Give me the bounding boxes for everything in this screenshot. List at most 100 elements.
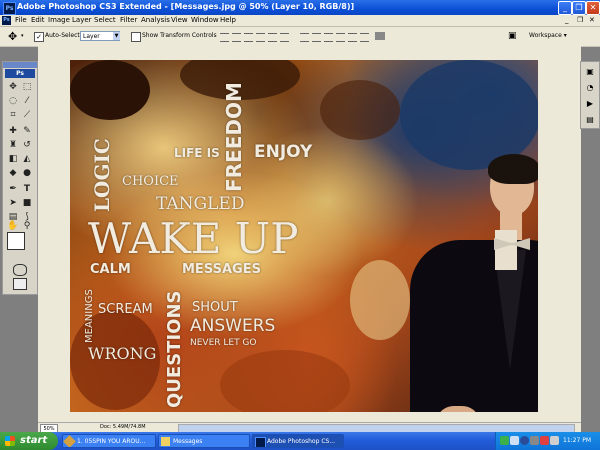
menu-select[interactable]: Select — [94, 16, 116, 24]
grunge-splatter — [320, 80, 400, 140]
menu-window[interactable]: Window — [191, 16, 219, 24]
minimize-button[interactable]: _ — [558, 1, 572, 15]
taskbar-button-messages[interactable]: Messages — [158, 434, 250, 448]
magic-wand-icon[interactable]: ⁄ — [21, 95, 33, 107]
align-hcenter-icon[interactable] — [268, 33, 277, 42]
word-enjoy: ENJOY — [254, 142, 313, 162]
move-icon[interactable]: ✥ — [7, 81, 19, 93]
layers-icon[interactable]: ▤ — [584, 114, 596, 126]
auto-select-checkbox[interactable]: ✓ — [34, 32, 44, 42]
healing-icon[interactable]: ✚ — [7, 125, 19, 137]
photoshop-icon — [255, 437, 266, 447]
path-select-icon[interactable]: ➤ — [7, 197, 19, 209]
close-button[interactable]: ✕ — [586, 1, 600, 15]
word-choice: CHOICE — [122, 174, 179, 189]
taskbar-button-label: Messages — [173, 438, 203, 445]
history-icon[interactable]: ◔ — [584, 82, 596, 94]
document-info[interactable]: Doc: 5.49M/74.8M — [100, 424, 146, 430]
word-meanings: MEANINGS — [84, 289, 95, 343]
bridge-icon[interactable]: ▣ — [508, 31, 517, 41]
distribute-vcenter-icon[interactable] — [312, 33, 321, 42]
network-icon[interactable] — [510, 436, 519, 445]
toolbox-header[interactable] — [3, 62, 37, 68]
gradient-icon[interactable]: ◭ — [21, 153, 33, 165]
doc-restore-button[interactable]: ❐ — [577, 16, 583, 24]
chevron-down-icon[interactable]: ▼ — [113, 32, 120, 40]
align-left-icon[interactable] — [256, 33, 265, 42]
restore-button[interactable]: ❐ — [572, 1, 586, 15]
taskbar: start 1. 05SPIN YOU AROU... Messages Ado… — [0, 432, 600, 450]
type-icon[interactable]: T — [21, 183, 33, 195]
transform-controls-label: Show Transform Controls — [142, 32, 217, 39]
word-questions: QUESTIONS — [164, 290, 185, 408]
zoom-icon[interactable]: ⚲ — [21, 220, 33, 232]
distribute-top-icon[interactable] — [300, 33, 309, 42]
crop-icon[interactable]: ⌗ — [7, 109, 19, 121]
menu-image[interactable]: Image — [48, 16, 70, 24]
word-wake-up: WAKE UP — [88, 214, 299, 263]
menu-edit[interactable]: Edit — [31, 16, 45, 24]
distribute-hcenter-icon[interactable] — [348, 33, 357, 42]
menu-analysis[interactable]: Analysis — [141, 16, 170, 24]
auto-align-icon[interactable] — [375, 32, 385, 40]
slice-icon[interactable]: ⟋ — [21, 109, 33, 121]
history-brush-icon[interactable]: ↺ — [21, 139, 33, 151]
eraser-icon[interactable]: ◧ — [7, 153, 19, 165]
actions-icon[interactable]: ▶ — [584, 98, 596, 110]
move-tool-icon[interactable]: ✥ — [8, 30, 17, 43]
menu-filter[interactable]: Filter — [120, 16, 137, 24]
align-top-icon[interactable] — [220, 33, 229, 42]
taskbar-button-media[interactable]: 1. 05SPIN YOU AROU... — [62, 434, 156, 448]
transform-controls-checkbox[interactable] — [131, 32, 141, 42]
panel-dock: ▣ ◔ ▶ ▤ — [580, 61, 600, 129]
stamp-icon[interactable]: ♜ — [7, 139, 19, 151]
doc-minimize-button[interactable]: _ — [565, 16, 569, 24]
clock[interactable]: 11:27 PM — [563, 432, 591, 450]
pen-icon[interactable]: ✒ — [7, 183, 19, 195]
dodge-icon[interactable]: ● — [21, 167, 33, 179]
lasso-icon[interactable]: ◌ — [7, 95, 19, 107]
taskbar-button-photoshop[interactable]: Adobe Photoshop CS... — [252, 434, 344, 448]
grunge-splatter — [70, 60, 150, 120]
align-bottom-icon[interactable] — [244, 33, 253, 42]
blur-icon[interactable]: ◆ — [7, 167, 19, 179]
workspace-button[interactable]: Workspace ▾ — [529, 32, 567, 39]
distribute-right-icon[interactable] — [360, 33, 369, 42]
tool-preset-dropdown-icon[interactable]: ▾ — [21, 33, 24, 39]
menu-file[interactable]: File — [15, 16, 27, 24]
word-messages: MESSAGES — [182, 262, 261, 277]
shape-icon[interactable]: ■ — [21, 197, 33, 209]
brush-icon[interactable]: ✎ — [21, 125, 33, 137]
document-icon[interactable]: Ps — [2, 16, 11, 25]
quick-mask-icon[interactable] — [13, 264, 27, 276]
align-right-icon[interactable] — [280, 33, 289, 42]
menu-view[interactable]: View — [171, 16, 188, 24]
man-hair — [488, 154, 538, 184]
title-bar[interactable]: Ps Adobe Photoshop CS3 Extended - [Messa… — [0, 0, 600, 15]
tray-app-icon[interactable] — [520, 436, 529, 445]
grunge-splatter — [220, 350, 350, 412]
tray-app-icon[interactable] — [500, 436, 509, 445]
security-icon[interactable] — [540, 436, 549, 445]
photoshop-app-icon[interactable]: Ps — [3, 2, 16, 15]
foreground-color-swatch[interactable] — [7, 232, 25, 250]
distribute-left-icon[interactable] — [336, 33, 345, 42]
volume-icon[interactable] — [550, 436, 559, 445]
toolbox-ps-logo[interactable]: Ps — [5, 69, 35, 78]
marquee-icon[interactable]: ⬚ — [21, 81, 33, 93]
system-tray: 11:27 PM — [495, 432, 600, 450]
tray-app-icon[interactable] — [530, 436, 539, 445]
grunge-splatter-light — [350, 260, 410, 340]
menu-bar: Ps File Edit Image Layer Select Filter A… — [0, 15, 600, 27]
distribute-bottom-icon[interactable] — [324, 33, 333, 42]
start-button[interactable]: start — [0, 432, 58, 450]
auto-select-label: Auto-Select: — [45, 32, 82, 39]
menu-help[interactable]: Help — [220, 16, 236, 24]
menu-layer[interactable]: Layer — [72, 16, 92, 24]
navigator-icon[interactable]: ▣ — [584, 66, 596, 78]
image-canvas[interactable]: LOGIC LIFE IS FREEDOM ENJOY CHOICE TANGL… — [70, 60, 538, 412]
hand-icon[interactable]: ✋ — [7, 220, 19, 232]
screen-mode-icon[interactable] — [13, 278, 27, 290]
doc-close-button[interactable]: ✕ — [589, 16, 595, 24]
align-vcenter-icon[interactable] — [232, 33, 241, 42]
